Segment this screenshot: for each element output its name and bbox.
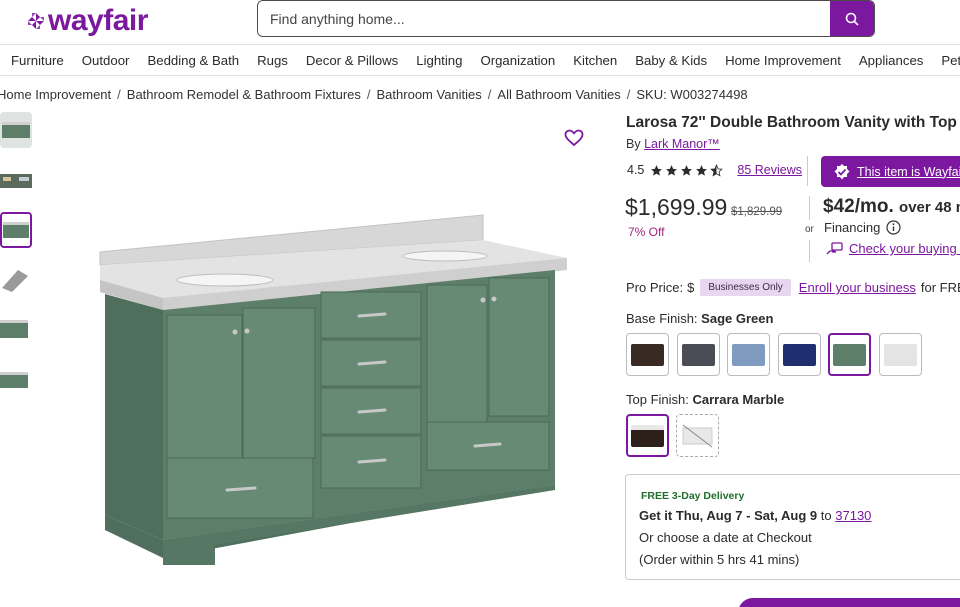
base-finish-swatch[interactable] [626, 333, 669, 376]
brand-byline: By Lark Manor™ [626, 137, 720, 151]
pro-price-dollar: $ [687, 280, 695, 295]
nav-item-outdoor[interactable]: Outdoor [71, 53, 137, 68]
nav-item-rugs[interactable]: Rugs [246, 53, 295, 68]
check-buying-power-link[interactable]: Check your buying p [826, 241, 960, 256]
top-finish-value: Carrara Marble [692, 392, 785, 407]
breadcrumb-link[interactable]: Bathroom Remodel & Bathroom Fixtures [127, 87, 361, 102]
heart-icon[interactable] [564, 129, 584, 147]
breadcrumb-link[interactable]: All Bathroom Vanities [497, 87, 620, 102]
base-finish-swatch[interactable] [777, 333, 821, 376]
sku-label: SKU: W003274498 [636, 87, 748, 102]
rating-value: 4.5 [627, 163, 645, 177]
add-to-cart-button[interactable] [738, 598, 960, 607]
verified-check-icon [834, 163, 850, 179]
rating-row: 4.5 85 Reviews [627, 163, 802, 177]
monthly-price: $42/mo. over 48 m [823, 196, 960, 217]
reviews-link[interactable]: 85 Reviews [737, 163, 802, 177]
base-finish-swatch[interactable] [676, 333, 720, 376]
order-within-text: (Order within 5 hrs 41 mins) [639, 552, 800, 567]
product-image[interactable] [95, 210, 575, 575]
star-icon [696, 164, 708, 176]
nav-item-baby-kids[interactable]: Baby & Kids [624, 53, 714, 68]
divider [809, 196, 810, 220]
delivery-box: FREE 3-Day Delivery Get it Thu, Aug 7 - … [625, 474, 960, 580]
swatch-color [833, 343, 866, 366]
thumbnail[interactable] [0, 112, 32, 148]
unavailable-swatch-icon [682, 424, 713, 447]
breadcrumb-link[interactable]: Home Improvement [0, 87, 111, 102]
free-delivery-label: FREE 3-Day Delivery [641, 490, 745, 502]
search-bar [257, 0, 875, 37]
logo-text: wayfair [48, 4, 148, 37]
half-star-icon [710, 163, 724, 176]
pro-price-row: Pro Price: $ Businesses Only Enroll your… [626, 279, 960, 296]
product-title: Larosa 72'' Double Bathroom Vanity with … [626, 114, 957, 131]
base-finish-label: Base Finish: Sage Green [626, 311, 774, 326]
or-label: or [805, 224, 814, 235]
divider [809, 240, 810, 262]
base-finish-swatch[interactable] [828, 333, 871, 376]
swatch-color [883, 343, 917, 366]
category-nav: Furniture Outdoor Bedding & Bath Rugs De… [0, 44, 960, 76]
original-price: $1,829.99 [731, 206, 783, 218]
hand-card-icon [826, 241, 843, 254]
swatch-color [631, 343, 664, 366]
thumbnail-selected[interactable] [0, 212, 32, 248]
nav-item-appliances[interactable]: Appliances [848, 53, 931, 68]
breadcrumb: Home Improvement / Bathroom Remodel & Bath… [0, 87, 748, 102]
nav-item-kitchen[interactable]: Kitchen [562, 53, 624, 68]
price: $1,699.99 [625, 194, 728, 220]
delivery-estimate: Get it Thu, Aug 7 - Sat, Aug 9 to 37130 [639, 508, 872, 523]
swatch-color [681, 343, 715, 366]
base-finish-swatch[interactable] [727, 333, 770, 376]
top-finish-swatch-unavailable[interactable] [676, 414, 719, 457]
financing-label: Financing [824, 220, 901, 235]
thumbnail[interactable] [0, 362, 32, 398]
top-finish-label: Top Finish: Carrara Marble [626, 392, 785, 407]
businesses-only-tag: Businesses Only [700, 279, 791, 296]
thumbnail-list [0, 112, 34, 412]
nav-item-bedding-bath[interactable]: Bedding & Bath [136, 53, 246, 68]
star-icon [681, 164, 693, 176]
info-icon[interactable] [886, 220, 901, 235]
star-icon [666, 164, 678, 176]
search-button[interactable] [830, 1, 874, 36]
wayfair-logo[interactable]: wayfair [26, 4, 148, 38]
nav-item-lighting[interactable]: Lighting [405, 53, 469, 68]
search-icon [845, 12, 859, 26]
header: wayfair [0, 0, 960, 44]
nav-item-decor-pillows[interactable]: Decor & Pillows [295, 53, 405, 68]
divider [807, 156, 808, 186]
choose-date-text: Or choose a date at Checkout [639, 530, 812, 545]
thumbnail[interactable] [0, 162, 32, 198]
pro-price-label: Pro Price: [626, 280, 684, 295]
swatch-color [782, 343, 816, 366]
nav-item-home-improvement[interactable]: Home Improvement [714, 53, 848, 68]
brand-link[interactable]: Lark Manor™ [644, 137, 720, 151]
nav-item-organization[interactable]: Organization [469, 53, 562, 68]
zip-code-link[interactable]: 37130 [835, 508, 871, 523]
enroll-suffix: for FREE to [920, 280, 960, 295]
wayfair-pinwheel-icon [28, 13, 44, 29]
discount-label: 7% Off [628, 225, 665, 239]
wayfair-verified-badge[interactable]: This item is Wayfair [821, 156, 960, 187]
star-rating [650, 163, 724, 177]
thumbnail[interactable] [0, 312, 32, 348]
base-finish-swatch[interactable] [878, 333, 922, 376]
base-finish-value: Sage Green [701, 311, 774, 326]
nav-item-furniture[interactable]: Furniture [0, 53, 71, 68]
search-input[interactable] [258, 1, 830, 36]
swatch-color [732, 343, 765, 366]
badge-text: This item is Wayfair [857, 164, 960, 179]
nav-item-pet[interactable]: Pet [930, 53, 960, 68]
star-icon [651, 164, 663, 176]
enroll-business-link[interactable]: Enroll your business [799, 280, 916, 295]
thumbnail[interactable] [0, 262, 32, 298]
top-finish-swatch-carrara[interactable] [626, 414, 669, 457]
breadcrumb-link[interactable]: Bathroom Vanities [377, 87, 482, 102]
